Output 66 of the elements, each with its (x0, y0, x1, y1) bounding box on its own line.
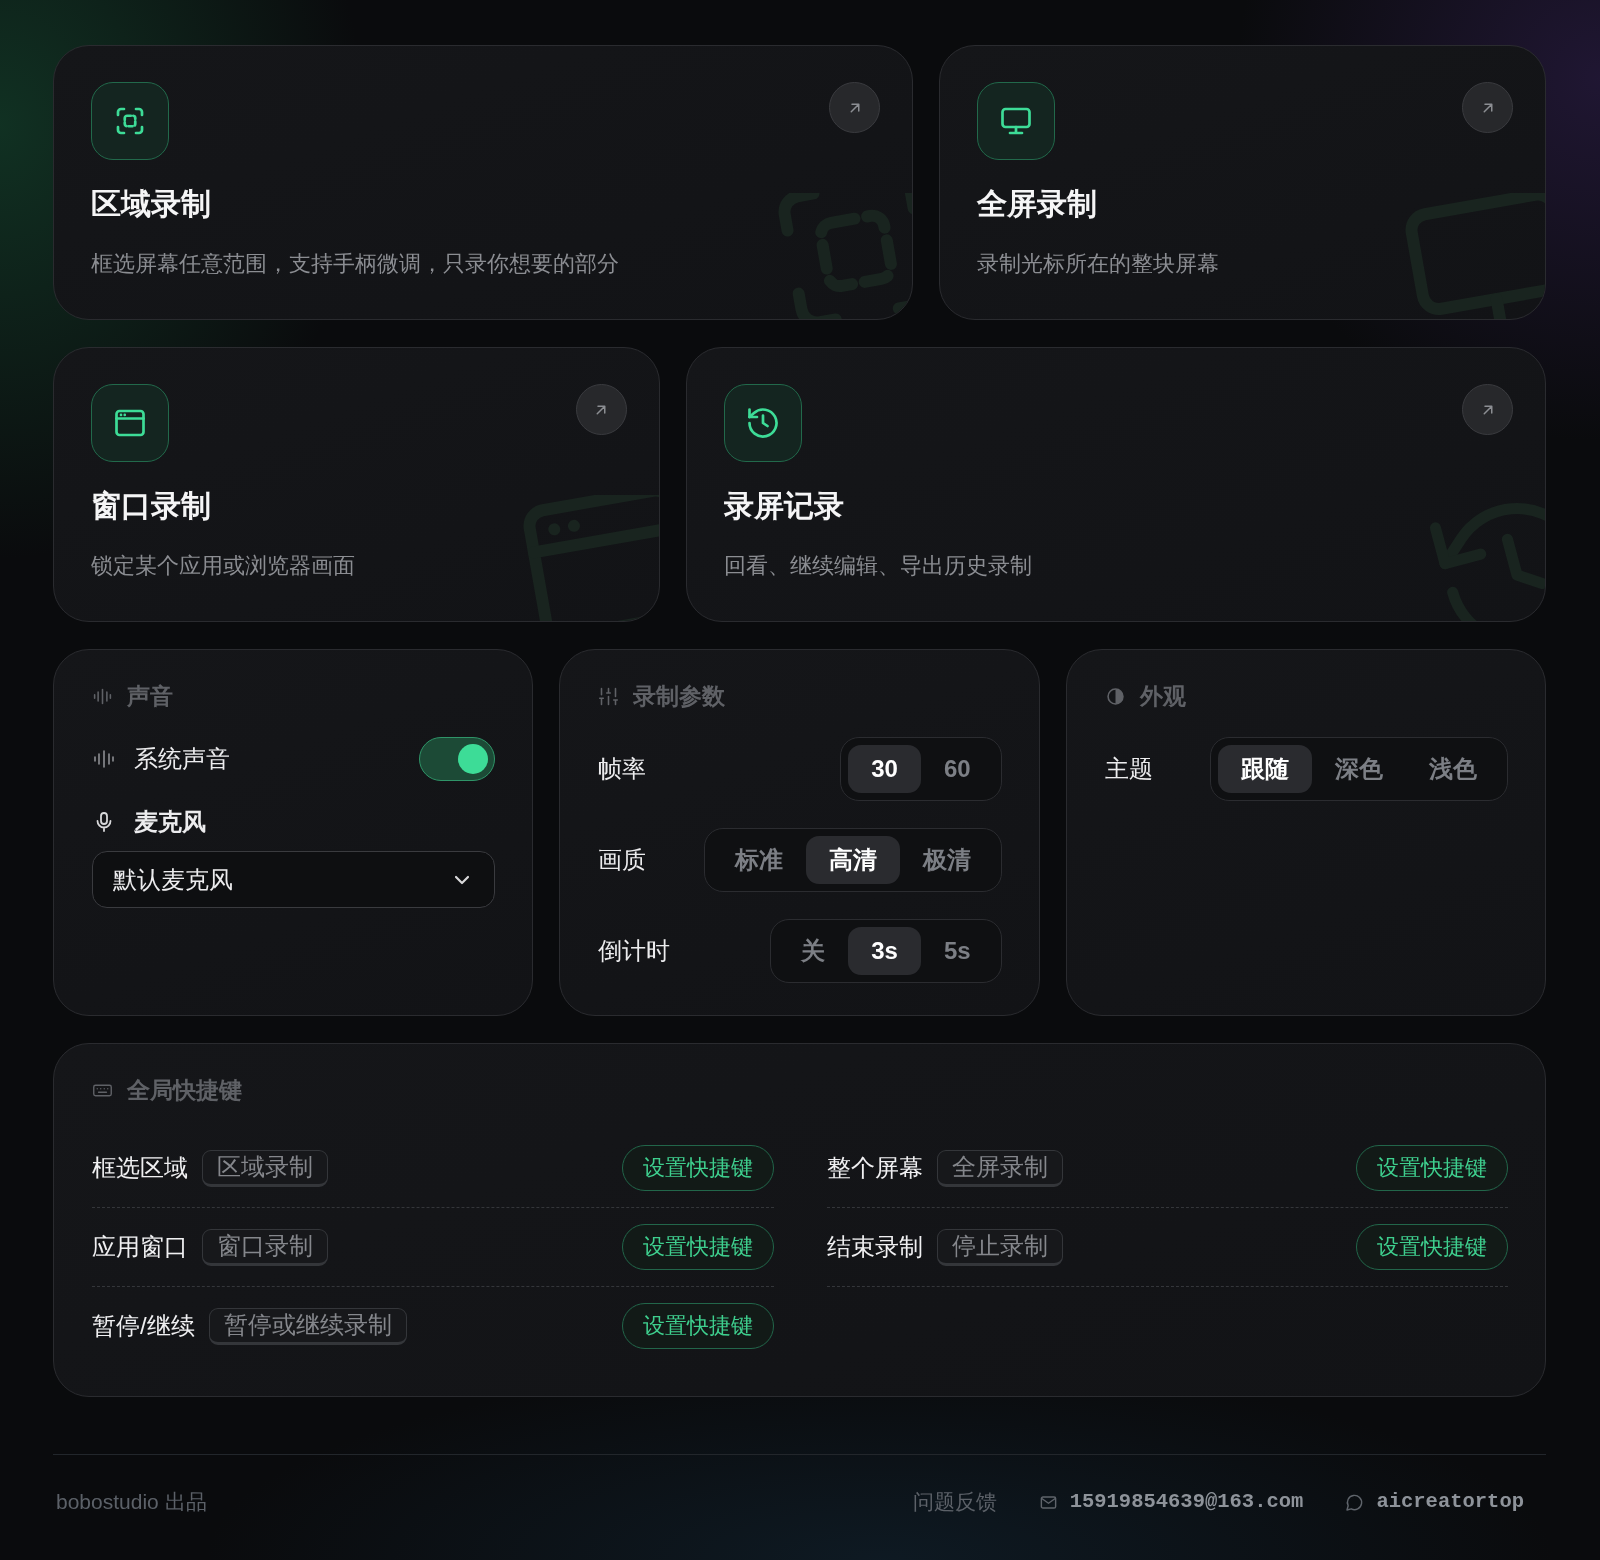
large-monitor-icon (1405, 193, 1545, 319)
sliders-icon (598, 685, 620, 707)
panel-title: 声音 (127, 682, 173, 711)
segment-option[interactable]: 高清 (805, 836, 900, 884)
panel-title: 录制参数 (633, 682, 726, 711)
shortcut-label: 框选区域 (92, 1153, 188, 1183)
open-button[interactable] (575, 384, 627, 435)
setting-label: 倒计时 (598, 936, 671, 966)
shortcut-label: 整个屏幕 (826, 1153, 923, 1183)
email-link[interactable]: 15919854639@163.com (1038, 1487, 1304, 1517)
card-title: 区域录制 (91, 186, 212, 222)
mode-card[interactable]: 全屏录制 录制光标所在的整块屏幕 (939, 45, 1546, 320)
set-shortcut-button[interactable]: 设置快捷键 (621, 1303, 774, 1349)
card-description: 框选屏幕任意范围，支持手柄微调，只录你想要的部分 (91, 250, 620, 278)
segment-option[interactable]: 60 (920, 745, 994, 793)
segment-option[interactable]: 关 (778, 927, 849, 975)
setting-label: 系统声音 (134, 744, 230, 774)
history-clock-icon (723, 384, 802, 462)
card-description: 回看、继续编辑、导出历史录制 (723, 552, 1033, 580)
segment-option[interactable]: 5s (920, 927, 994, 975)
waveform-icon (92, 747, 116, 771)
card-title: 录屏记录 (723, 488, 845, 524)
segment-option[interactable]: 深色 (1312, 745, 1406, 793)
mode-card[interactable]: 区域录制 框选屏幕任意范围，支持手柄微调，只录你想要的部分 (53, 45, 914, 320)
open-button[interactable] (1462, 384, 1513, 435)
segment-option[interactable]: 3s (848, 927, 921, 975)
contrast-icon (1104, 685, 1126, 707)
action-tag: 全屏录制 (936, 1149, 1063, 1187)
segment-option[interactable]: 30 (848, 745, 921, 793)
microphone-select[interactable]: 默认麦克风 (92, 851, 496, 908)
set-shortcut-button[interactable]: 设置快捷键 (1356, 1145, 1508, 1191)
card-description: 锁定某个应用或浏览器画面 (91, 552, 356, 580)
segment-option[interactable]: 跟随 (1218, 745, 1312, 793)
set-shortcut-button[interactable]: 设置快捷键 (621, 1224, 774, 1270)
segment-option[interactable]: 浅色 (1406, 745, 1500, 793)
mode-card[interactable]: 录屏记录 回看、继续编辑、导出历史录制 (685, 347, 1546, 622)
open-button[interactable] (1462, 82, 1513, 133)
card-title: 全屏录制 (977, 186, 1099, 222)
chat-bubble-icon (1345, 1492, 1365, 1512)
set-shortcut-button[interactable]: 设置快捷键 (621, 1145, 774, 1191)
wechat-link[interactable]: aicreatortop (1345, 1487, 1524, 1517)
set-shortcut-button[interactable]: 设置快捷键 (1356, 1224, 1508, 1270)
shortcut-label: 应用窗口 (92, 1232, 188, 1262)
action-tag: 窗口录制 (202, 1228, 328, 1266)
panel-title: 外观 (1139, 682, 1186, 711)
action-tag: 暂停或继续录制 (208, 1307, 407, 1345)
browser-window-icon (91, 384, 169, 462)
setting-label: 主题 (1104, 754, 1153, 784)
shortcut-label: 结束录制 (826, 1232, 923, 1262)
segment-option[interactable]: 标准 (711, 836, 806, 884)
setting-label: 帧率 (598, 754, 647, 784)
card-title: 窗口录制 (91, 488, 212, 524)
card-description: 录制光标所在的整块屏幕 (977, 250, 1221, 278)
action-tag: 停止录制 (936, 1228, 1063, 1266)
credit-text: bobostudio 出品 (56, 1489, 207, 1515)
open-button[interactable] (829, 82, 881, 133)
toggle-switch[interactable] (419, 737, 496, 781)
setting-label: 麦克风 (134, 807, 206, 837)
shortcut-label: 暂停/继续 (92, 1311, 195, 1341)
dashed-frame-icon (91, 82, 169, 160)
segment-option[interactable]: 极清 (899, 836, 994, 884)
mode-card[interactable]: 窗口录制 锁定某个应用或浏览器画面 (53, 347, 660, 622)
setting-label: 画质 (598, 845, 647, 875)
action-tag: 区域录制 (202, 1149, 328, 1187)
monitor-icon (977, 82, 1056, 160)
panel-title: 全局快捷键 (127, 1076, 242, 1105)
